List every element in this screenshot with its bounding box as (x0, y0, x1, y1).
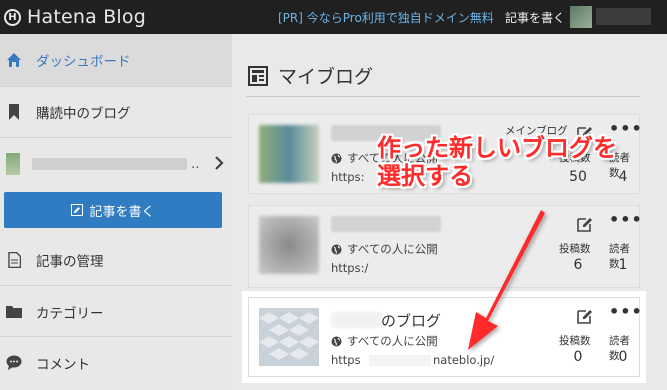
home-icon (6, 52, 22, 68)
blog-url-suffix[interactable]: nateblo.jp/ (433, 353, 494, 367)
edit-icon[interactable] (577, 308, 593, 324)
chevron-right-icon (215, 156, 224, 174)
logo-text: Hatena Blog (27, 6, 146, 28)
visibility-label: すべての人に公開 (347, 334, 438, 348)
visibility-status: すべての人に公開 (331, 333, 438, 349)
main-content: マイブログ すべての人に公開 https: メインブログ ••• 投稿数 読者数… (232, 34, 667, 390)
blog-url[interactable]: https:/ (331, 261, 368, 275)
pr-link[interactable]: [PR] 今ならPro利用で独自ドメイン無料 (278, 9, 494, 26)
posts-label: 投稿数 (559, 243, 591, 255)
sidebar: ダッシュボード 購読中のブログ .. 記事を書く 記事の管理 カテゴリー コメン… (0, 34, 232, 390)
top-bar: H Hatena Blog [PR] 今ならPro利用で独自ドメイン無料 記事を… (0, 0, 667, 34)
blog-thumbnail (259, 308, 319, 366)
sidebar-item-label: コメント (36, 356, 90, 373)
sidebar-item-label: カテゴリー (36, 305, 104, 322)
sidebar-item-manage-articles[interactable]: 記事の管理 (0, 234, 232, 286)
write-article-link[interactable]: 記事を書く (505, 9, 565, 26)
page-title: マイブログ (248, 62, 373, 89)
sidebar-item-category[interactable]: カテゴリー (0, 285, 232, 337)
comment-bubble-icon (6, 355, 22, 371)
hatena-blog-logo[interactable]: H Hatena Blog (4, 6, 146, 28)
posts-count: 6 (573, 257, 583, 273)
bookmark-icon (6, 104, 22, 120)
document-icon (6, 252, 22, 268)
more-dots-icon[interactable]: ••• (609, 210, 643, 229)
write-button-label: 記事を書く (89, 204, 155, 220)
sidebar-item-label: ダッシュボード (36, 54, 131, 70)
blurred-blog-name (32, 158, 187, 170)
globe-icon (331, 336, 342, 347)
edit-icon[interactable] (577, 216, 593, 232)
pencil-icon (71, 204, 84, 216)
blog-name-ellipsis: .. (191, 156, 200, 172)
blog-card[interactable]: すべての人に公開 https:/ ••• 投稿数 読者数 6 1 (248, 205, 643, 288)
page-title-text: マイブログ (278, 66, 374, 88)
blog-thumbnail (259, 216, 319, 274)
globe-icon (331, 244, 342, 255)
user-avatar[interactable] (570, 6, 592, 28)
annotation-line-1: 作った新しいブログを (377, 134, 617, 162)
sidebar-item-label: 購読中のブログ (36, 106, 131, 122)
blog-name-suffix[interactable]: のブログ (381, 310, 441, 331)
posts-count: 0 (573, 349, 583, 365)
write-article-button[interactable]: 記事を書く (4, 192, 222, 228)
sidebar-blog-selector[interactable]: .. (0, 138, 232, 190)
blog-thumbnail (6, 153, 20, 175)
readers-count: 0 (618, 349, 628, 365)
more-dots-icon[interactable]: ••• (609, 302, 643, 321)
folder-icon (6, 304, 22, 320)
blog-thumbnail (259, 125, 319, 183)
annotation-text: 作った新しいブログを 選択する (377, 134, 617, 190)
user-menu-blurred[interactable] (596, 8, 651, 25)
blurred-blog-name[interactable] (331, 312, 383, 328)
sidebar-item-comment[interactable]: コメント (0, 336, 232, 388)
sidebar-item-label: 記事の管理 (36, 254, 104, 270)
sidebar-item-reading[interactable]: 購読中のブログ (0, 86, 232, 138)
globe-icon (331, 153, 342, 164)
blurred-url-part (369, 355, 431, 366)
annotation-line-2: 選択する (377, 162, 473, 190)
title-divider (246, 96, 640, 97)
visibility-status: すべての人に公開 (331, 241, 438, 257)
readers-count: 1 (618, 257, 628, 273)
blog-url[interactable]: https: (331, 170, 364, 184)
blog-url[interactable]: https (331, 353, 361, 367)
sidebar-item-dashboard[interactable]: ダッシュボード (0, 34, 232, 86)
blurred-blog-name[interactable] (331, 216, 441, 232)
blog-list-icon (248, 65, 268, 86)
visibility-label: すべての人に公開 (347, 242, 438, 256)
posts-label: 投稿数 (559, 335, 591, 347)
new-blog-card[interactable]: のブログ すべての人に公開 https nateblo.jp/ ••• 投稿数 … (248, 297, 643, 377)
hatena-logo-icon: H (4, 8, 21, 26)
